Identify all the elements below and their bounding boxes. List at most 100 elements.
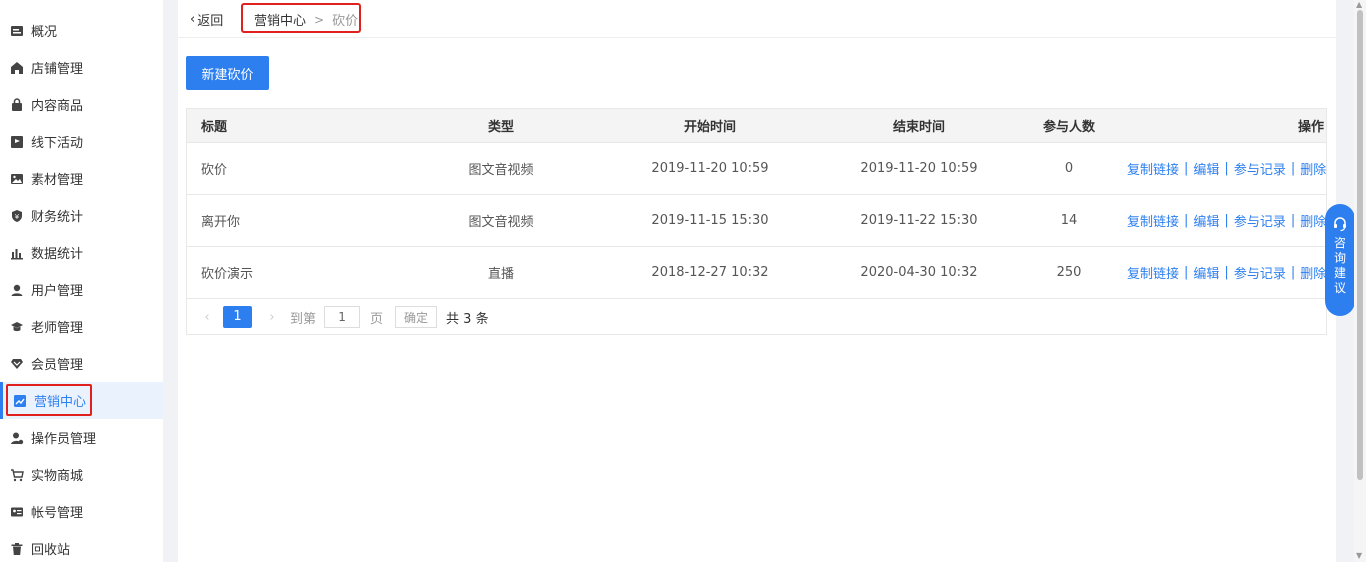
sidebar-item-finance[interactable]: ¥ 财务统计 bbox=[0, 197, 163, 234]
sidebar-item-material[interactable]: 素材管理 bbox=[0, 160, 163, 197]
vip-icon bbox=[10, 357, 24, 371]
back-button[interactable]: ‹ 返回 bbox=[190, 10, 223, 29]
row-type: 图文音视频 bbox=[468, 163, 534, 178]
sidebar-item-overview[interactable]: 概况 bbox=[0, 12, 163, 49]
sidebar-item-label: 数据统计 bbox=[31, 247, 84, 262]
sidebar-item-account[interactable]: 帐号管理 bbox=[0, 493, 163, 530]
chevron-left-icon[interactable]: ‹ bbox=[199, 310, 215, 325]
edit-button[interactable]: 编辑 bbox=[1193, 159, 1219, 178]
page-scrollbar[interactable]: ▲ ▼ bbox=[1354, 0, 1366, 562]
breadcrumb-separator: > bbox=[314, 12, 325, 27]
row-participants: 0 bbox=[1064, 161, 1074, 176]
scroll-thumb[interactable] bbox=[1357, 10, 1363, 480]
headset-icon bbox=[1332, 216, 1348, 232]
edit-button[interactable]: 编辑 bbox=[1193, 263, 1219, 282]
cart-icon bbox=[10, 468, 24, 482]
sidebar-item-shop[interactable]: 店铺管理 bbox=[0, 49, 163, 86]
records-button[interactable]: 参与记录 bbox=[1234, 159, 1286, 178]
action-separator: | bbox=[1184, 161, 1189, 176]
row-start-time: 2019-11-15 15:30 bbox=[651, 213, 769, 228]
main-panel: ‹ 返回 营销中心 > 砍价 新建砍价 标题 类型 开始时间 结束时间 参与人数… bbox=[178, 0, 1336, 562]
sidebar-item-label: 老师管理 bbox=[31, 321, 84, 336]
breadcrumb: 营销中心 > 砍价 bbox=[254, 10, 359, 30]
sidebar-item-content[interactable]: 内容商品 bbox=[0, 86, 163, 123]
row-title: 砍价演示 bbox=[201, 267, 254, 282]
sidebar-item-label: 店铺管理 bbox=[31, 62, 84, 77]
copy-link-button[interactable]: 复制链接 bbox=[1127, 159, 1179, 178]
chevron-right-icon[interactable]: › bbox=[264, 310, 280, 325]
sidebar-item-label: 概况 bbox=[31, 25, 58, 40]
user-icon bbox=[10, 283, 24, 297]
row-title: 离开你 bbox=[201, 215, 241, 230]
new-bargain-button[interactable]: 新建砍价 bbox=[186, 56, 269, 90]
delete-button[interactable]: 删除 bbox=[1300, 211, 1326, 230]
breadcrumb-current: 砍价 bbox=[332, 14, 359, 29]
table-row: 砍价 图文音视频 2019-11-20 10:59 2019-11-20 10:… bbox=[187, 143, 1326, 195]
action-separator: | bbox=[1290, 265, 1296, 280]
goto-label: 到第 bbox=[290, 311, 317, 327]
bar-chart-icon bbox=[10, 246, 24, 260]
action-separator: | bbox=[1184, 213, 1189, 228]
header-end-time: 结束时间 bbox=[892, 120, 945, 135]
sidebar-item-label: 实物商城 bbox=[31, 469, 84, 484]
header-start-time: 开始时间 bbox=[683, 120, 736, 135]
sidebar-item-offline[interactable]: 线下活动 bbox=[0, 123, 163, 160]
header-type: 类型 bbox=[487, 120, 514, 135]
delete-button[interactable]: 删除 bbox=[1300, 159, 1326, 178]
row-end-time: 2019-11-20 10:59 bbox=[860, 161, 978, 176]
graduation-cap-icon bbox=[10, 320, 24, 334]
header-title: 标题 bbox=[201, 120, 228, 135]
sidebar-item-user[interactable]: 用户管理 bbox=[0, 271, 163, 308]
sidebar-item-label: 回收站 bbox=[31, 543, 71, 558]
consult-button[interactable]: 咨询建议 bbox=[1325, 204, 1355, 316]
sidebar-item-label: 操作员管理 bbox=[31, 432, 97, 447]
highlight-box bbox=[6, 384, 92, 416]
yuan-icon: ¥ bbox=[10, 209, 24, 223]
breadcrumb-marketing[interactable]: 营销中心 bbox=[254, 10, 306, 29]
sidebar-item-label: 线下活动 bbox=[31, 136, 84, 151]
overview-icon bbox=[10, 24, 24, 38]
sidebar-item-label: 内容商品 bbox=[31, 99, 84, 114]
scroll-down-icon[interactable]: ▼ bbox=[1356, 552, 1364, 560]
row-type: 图文音视频 bbox=[468, 215, 534, 230]
sidebar-item-member[interactable]: 会员管理 bbox=[0, 345, 163, 382]
sidebar-item-marketing[interactable]: 营销中心 bbox=[0, 382, 163, 419]
goto-page-input[interactable] bbox=[324, 306, 361, 328]
row-start-time: 2019-11-20 10:59 bbox=[651, 161, 769, 176]
flag-icon bbox=[10, 135, 24, 149]
pagination: ‹ 1 › 到第 页 确定 共 3 条 bbox=[187, 300, 1326, 334]
goto-confirm-button[interactable]: 确定 bbox=[395, 306, 438, 328]
table-header: 标题 类型 开始时间 结束时间 参与人数 操作 bbox=[187, 109, 1326, 143]
header-participants: 参与人数 bbox=[1042, 120, 1095, 135]
delete-button[interactable]: 删除 bbox=[1300, 263, 1326, 282]
sidebar-item-label: 会员管理 bbox=[31, 358, 84, 373]
copy-link-button[interactable]: 复制链接 bbox=[1127, 211, 1179, 230]
trash-icon bbox=[10, 542, 24, 556]
scroll-up-icon[interactable]: ▲ bbox=[1356, 1, 1364, 9]
page-number-current[interactable]: 1 bbox=[223, 306, 252, 328]
consult-label: 咨询建议 bbox=[1333, 236, 1346, 295]
topbar: ‹ 返回 营销中心 > 砍价 bbox=[178, 0, 1336, 38]
records-button[interactable]: 参与记录 bbox=[1234, 263, 1286, 282]
action-separator: | bbox=[1224, 161, 1229, 176]
chevron-left-icon: ‹ bbox=[190, 12, 196, 27]
sidebar-item-label: 帐号管理 bbox=[31, 506, 84, 521]
page-unit-label: 页 bbox=[370, 311, 384, 327]
sidebar-item-label: 财务统计 bbox=[31, 210, 84, 225]
sidebar-item-label: 素材管理 bbox=[31, 173, 84, 188]
records-button[interactable]: 参与记录 bbox=[1234, 211, 1286, 230]
table-row: 砍价演示 直播 2018-12-27 10:32 2020-04-30 10:3… bbox=[187, 247, 1326, 299]
edit-button[interactable]: 编辑 bbox=[1193, 211, 1219, 230]
id-card-icon bbox=[10, 505, 24, 519]
action-separator: | bbox=[1290, 213, 1296, 228]
sidebar-item-recycle[interactable]: 回收站 bbox=[0, 530, 163, 562]
copy-link-button[interactable]: 复制链接 bbox=[1127, 263, 1179, 282]
sidebar-item-data[interactable]: 数据统计 bbox=[0, 234, 163, 271]
bargain-table: 标题 类型 开始时间 结束时间 参与人数 操作 砍价 图文音视频 2019-11… bbox=[186, 108, 1327, 335]
row-end-time: 2019-11-22 15:30 bbox=[860, 213, 978, 228]
header-actions: 操作 bbox=[1297, 120, 1324, 135]
sidebar-item-teacher[interactable]: 老师管理 bbox=[0, 308, 163, 345]
sidebar-item-operator[interactable]: 操作员管理 bbox=[0, 419, 163, 456]
sidebar-item-mall[interactable]: 实物商城 bbox=[0, 456, 163, 493]
bag-icon bbox=[10, 97, 24, 112]
